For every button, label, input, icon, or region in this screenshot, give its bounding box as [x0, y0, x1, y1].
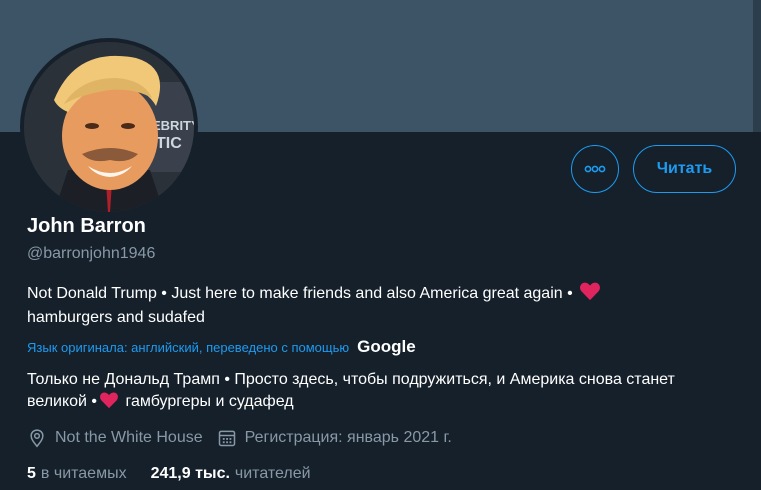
followers-link[interactable]: 241,9 тыс. читателей	[151, 465, 311, 483]
follow-button-label: Читать	[656, 160, 713, 177]
profile-name: John Barron	[27, 215, 146, 237]
svg-text:EBRITY: EBRITY	[152, 118, 194, 133]
joined-item: Регистрация: январь 2021 г.	[217, 428, 452, 448]
joined-text: Регистрация: январь 2021 г.	[244, 429, 452, 446]
profile-meta: Not the White House Регистрация: январь …	[27, 427, 452, 449]
follow-stats: 5 в читаемых 241,9 тыс. читателей	[27, 463, 311, 485]
avatar[interactable]: EBRITY TIC	[24, 42, 194, 212]
svg-text:TIC: TIC	[156, 135, 182, 152]
profile-handle: @barronjohn1946	[27, 245, 156, 262]
heart-icon	[100, 392, 118, 409]
calendar-icon	[218, 430, 235, 447]
more-horizontal-icon	[584, 165, 606, 173]
following-count: 5	[27, 465, 36, 482]
followers-label: читателей	[234, 465, 311, 482]
followers-count: 241,9 тыс.	[150, 465, 230, 482]
bio-text-continued: hamburgers and sudafed	[27, 309, 205, 326]
location-item: Not the White House	[27, 428, 203, 448]
profile-page: EBRITY TIC Читать John Barron @barronjoh…	[0, 0, 761, 490]
following-link[interactable]: 5 в читаемых	[27, 465, 127, 483]
banner-edge	[753, 0, 761, 132]
translation-attribution: Язык оригинала: английский, переведено с…	[27, 336, 416, 358]
location-pin-icon	[30, 429, 44, 448]
translated-bio-text-continued: гамбургеры и судафед	[125, 393, 294, 410]
follow-button[interactable]: Читать	[633, 145, 736, 193]
bio-text: Not Donald Trump • Just here to make fri…	[27, 285, 573, 302]
following-label: в читаемых	[40, 465, 127, 482]
heart-icon	[580, 282, 601, 301]
location-text: Not the White House	[55, 429, 203, 446]
google-logo: Google	[357, 337, 416, 356]
translation-note-link[interactable]: Язык оригинала: английский, переведено с…	[27, 340, 349, 355]
profile-bio: Not Donald Trump • Just here to make fri…	[27, 281, 717, 330]
translated-bio: Только не Дональд Трамп • Просто здесь, …	[27, 369, 727, 413]
more-options-button[interactable]	[571, 145, 619, 193]
avatar-photo: EBRITY TIC	[24, 42, 194, 212]
